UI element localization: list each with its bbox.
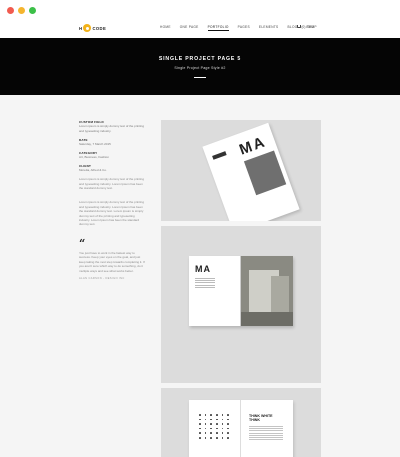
logo-mark-icon: [83, 24, 92, 32]
site-header: H CODE HOME ONE PAGE PORTFOLIO PAGES ELE…: [0, 18, 400, 38]
spread-photo: [241, 256, 293, 326]
project-details: CUSTOM FIELD Lorem ipsum is simply dummy…: [79, 120, 145, 281]
logo[interactable]: H CODE: [79, 24, 106, 32]
nav-item-one-page[interactable]: ONE PAGE: [180, 25, 199, 29]
magazine-photo: [243, 150, 287, 196]
page-title-banner: SINGLE PROJECT PAGE 5 Single Project Pag…: [0, 38, 400, 95]
book-left-page: [189, 400, 241, 457]
magazine-cover: MA: [202, 122, 300, 221]
magazine-label: [212, 151, 227, 160]
meta-category: CATEGORY Art, Business, Fashion: [79, 151, 145, 160]
meta-value: Saturday, 7 March 2015: [79, 142, 111, 147]
meta-value: Moretta, Alfred & Co.: [79, 168, 107, 173]
description-paragraph: Lorem ipsum is simply dummy text of the …: [79, 177, 145, 191]
nav-item-pages[interactable]: PAGES: [238, 25, 250, 29]
logo-letter: H: [79, 25, 83, 31]
quote-icon: “: [79, 236, 86, 250]
cart-button[interactable]: (0) ITEM: [297, 25, 314, 29]
description-paragraph: Lorem ipsum is simply dummy text of the …: [79, 200, 145, 227]
meta-value: Lorem ipsum is simply dummy text of the …: [79, 124, 145, 133]
close-window-icon[interactable]: [7, 7, 14, 14]
meta-date: DATE Saturday, 7 March 2015: [79, 138, 145, 147]
magazine-spread: MA: [189, 256, 293, 326]
book-title: THINK WHITE THINK: [249, 414, 273, 423]
maximize-window-icon[interactable]: [29, 7, 36, 14]
shopping-bag-icon: [297, 25, 301, 28]
minimize-window-icon[interactable]: [18, 7, 25, 14]
meta-value[interactable]: Art, Business, Fashion: [79, 155, 145, 159]
page-subtitle: Single Project Page Style #2: [174, 66, 226, 70]
page-title: SINGLE PROJECT PAGE 5: [158, 56, 242, 62]
spread-title: MA: [195, 264, 211, 274]
nav-item-home[interactable]: HOME: [160, 25, 171, 29]
quote-author: ALAN CARSON - DESIGN INC: [79, 276, 125, 280]
book-text-lines: [249, 426, 283, 441]
book-right-page: THINK WHITE THINK: [241, 400, 293, 457]
meta-custom-field: CUSTOM FIELD Lorem ipsum is simply dummy…: [79, 120, 145, 133]
spread-left-page: MA: [189, 256, 241, 326]
meta-client: CLIENT Moretta, Alfred & Co.: [79, 164, 145, 173]
quote-text: You just have to work in the fastest way…: [79, 250, 145, 273]
road-shape: [241, 312, 293, 326]
gallery-image-book[interactable]: THINK WHITE THINK: [161, 388, 321, 457]
open-book: THINK WHITE THINK: [189, 400, 293, 457]
gallery-image-magazine-cover[interactable]: MA: [161, 120, 321, 221]
dot-grid: [199, 414, 233, 439]
nav-item-portfolio[interactable]: PORTFOLIO: [207, 25, 229, 31]
cart-label: (0) ITEM: [301, 24, 314, 29]
title-separator: [194, 77, 206, 78]
gallery-image-magazine-spread[interactable]: MA: [161, 226, 321, 383]
website: H CODE HOME ONE PAGE PORTFOLIO PAGES ELE…: [0, 18, 400, 457]
spread-text-lines: [195, 278, 215, 289]
logo-word: CODE: [92, 25, 107, 31]
nav-item-elements[interactable]: ELEMENTS: [259, 25, 279, 29]
building-shape: [271, 276, 289, 314]
